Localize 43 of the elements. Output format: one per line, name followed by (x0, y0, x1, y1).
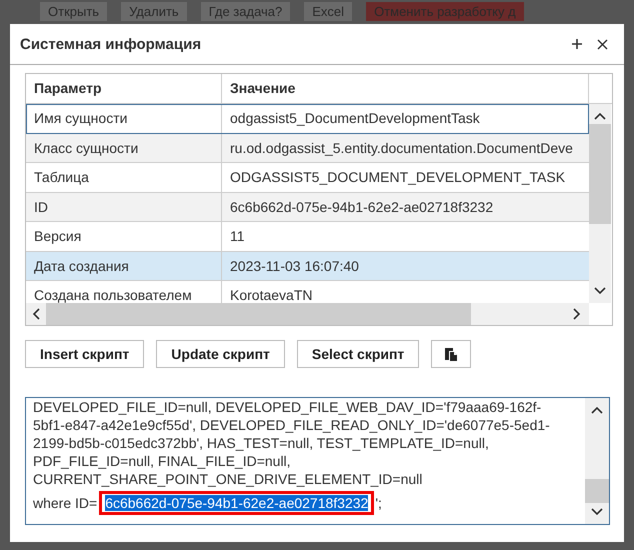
chevron-up-icon[interactable] (594, 112, 606, 120)
script-button[interactable]: Select скрипт (296, 340, 420, 368)
horizontal-scrollbar[interactable] (26, 303, 589, 325)
column-header[interactable]: Параметр (26, 74, 222, 103)
expand-icon[interactable] (571, 38, 583, 50)
chevron-down-icon[interactable] (594, 287, 606, 295)
table-cell: Имя сущности (26, 104, 222, 132)
table-row[interactable]: Версия 11 (26, 222, 589, 252)
table-cell-text: 2023-11-03 16:07:40 (229, 256, 360, 276)
table-row[interactable]: Таблица ODGASSIST5_DOCUMENT_DEVELOPMENT_TASK (26, 163, 589, 192)
table-row[interactable]: Класс сущности ru.od.odgassist_5.entity.documentation.DocumentDeve (26, 134, 589, 163)
vertical-scrollbar[interactable] (585, 398, 609, 524)
scrollbar-thumb[interactable] (585, 479, 609, 503)
chevron-left-icon[interactable] (32, 308, 40, 320)
script-text-area[interactable]: DEVELOPED_FILE_ID=null, DEVELOPED_FILE_WEB_DAV_ID='f79aaa69-162f-5bf1-e847-a42e1e9cf55d', DEVELOPED_FILE_READ_ONLY_ID='de6077e5-5ed1-2199-bd5b-c015edc372bb', HAS_TEST=null, TEST_TEMPLATE_ID=null, PDF_FILE_ID=null, FINAL_FILE_ID=null, CURRENT_SHARE_POINT_ONE_DRIVE_ELEMENT_ID=null where ID= 6c6b662d-075e-94b1-62e2-ae02718f3232 '; (25, 397, 610, 525)
table-cell-text: 11 (229, 227, 246, 246)
table-cell: Класс сущности (26, 134, 222, 162)
dialog-title: Системная информация (20, 36, 202, 52)
table-row[interactable]: Дата создания 2023-11-03 16:07:40 (26, 252, 589, 281)
table-cell: Дата создания (26, 252, 222, 280)
table-row[interactable]: ID 6c6b662d-075e-94b1-62e2-ae02718f3232 (26, 192, 589, 222)
script-button[interactable]: Insert скрипт (25, 340, 144, 368)
table-cell-text: ODGASSIST5_DOCUMENT_DEVELOPMENT_TASK (229, 168, 566, 187)
chevron-right-icon[interactable] (573, 308, 581, 320)
column-header[interactable]: Значение (222, 74, 589, 103)
close-icon[interactable] (597, 38, 608, 50)
table-cell: Таблица (26, 163, 222, 192)
table-cell-text: 6c6b662d-075e-94b1-62e2-ae02718f3232 (229, 198, 494, 216)
table-cell-text: odgassist5_DocumentDevelopmentTask (229, 109, 481, 128)
table-cell-text: KorotaevaTN (229, 286, 314, 303)
scrollbar-thumb[interactable] (589, 124, 611, 224)
script-button[interactable]: Update скрипт (156, 340, 285, 368)
scrollbar-thumb[interactable] (46, 303, 471, 325)
chevron-down-icon[interactable] (591, 508, 603, 516)
table-row[interactable]: Имя сущности odgassist5_DocumentDevelopmentTask (26, 104, 589, 134)
table-cell: ID (26, 192, 222, 221)
copy-button[interactable] (431, 340, 472, 368)
table-cell: Версия (26, 222, 222, 250)
highlight-annotation: 6c6b662d-075e-94b1-62e2-ae02718f3232 (99, 491, 374, 515)
vertical-scrollbar[interactable] (589, 104, 611, 303)
table-cell-text: ru.od.odgassist_5.entity.documentation.DocumentDeve (229, 138, 574, 158)
copy-icon (444, 347, 458, 361)
chevron-up-icon[interactable] (591, 406, 603, 414)
